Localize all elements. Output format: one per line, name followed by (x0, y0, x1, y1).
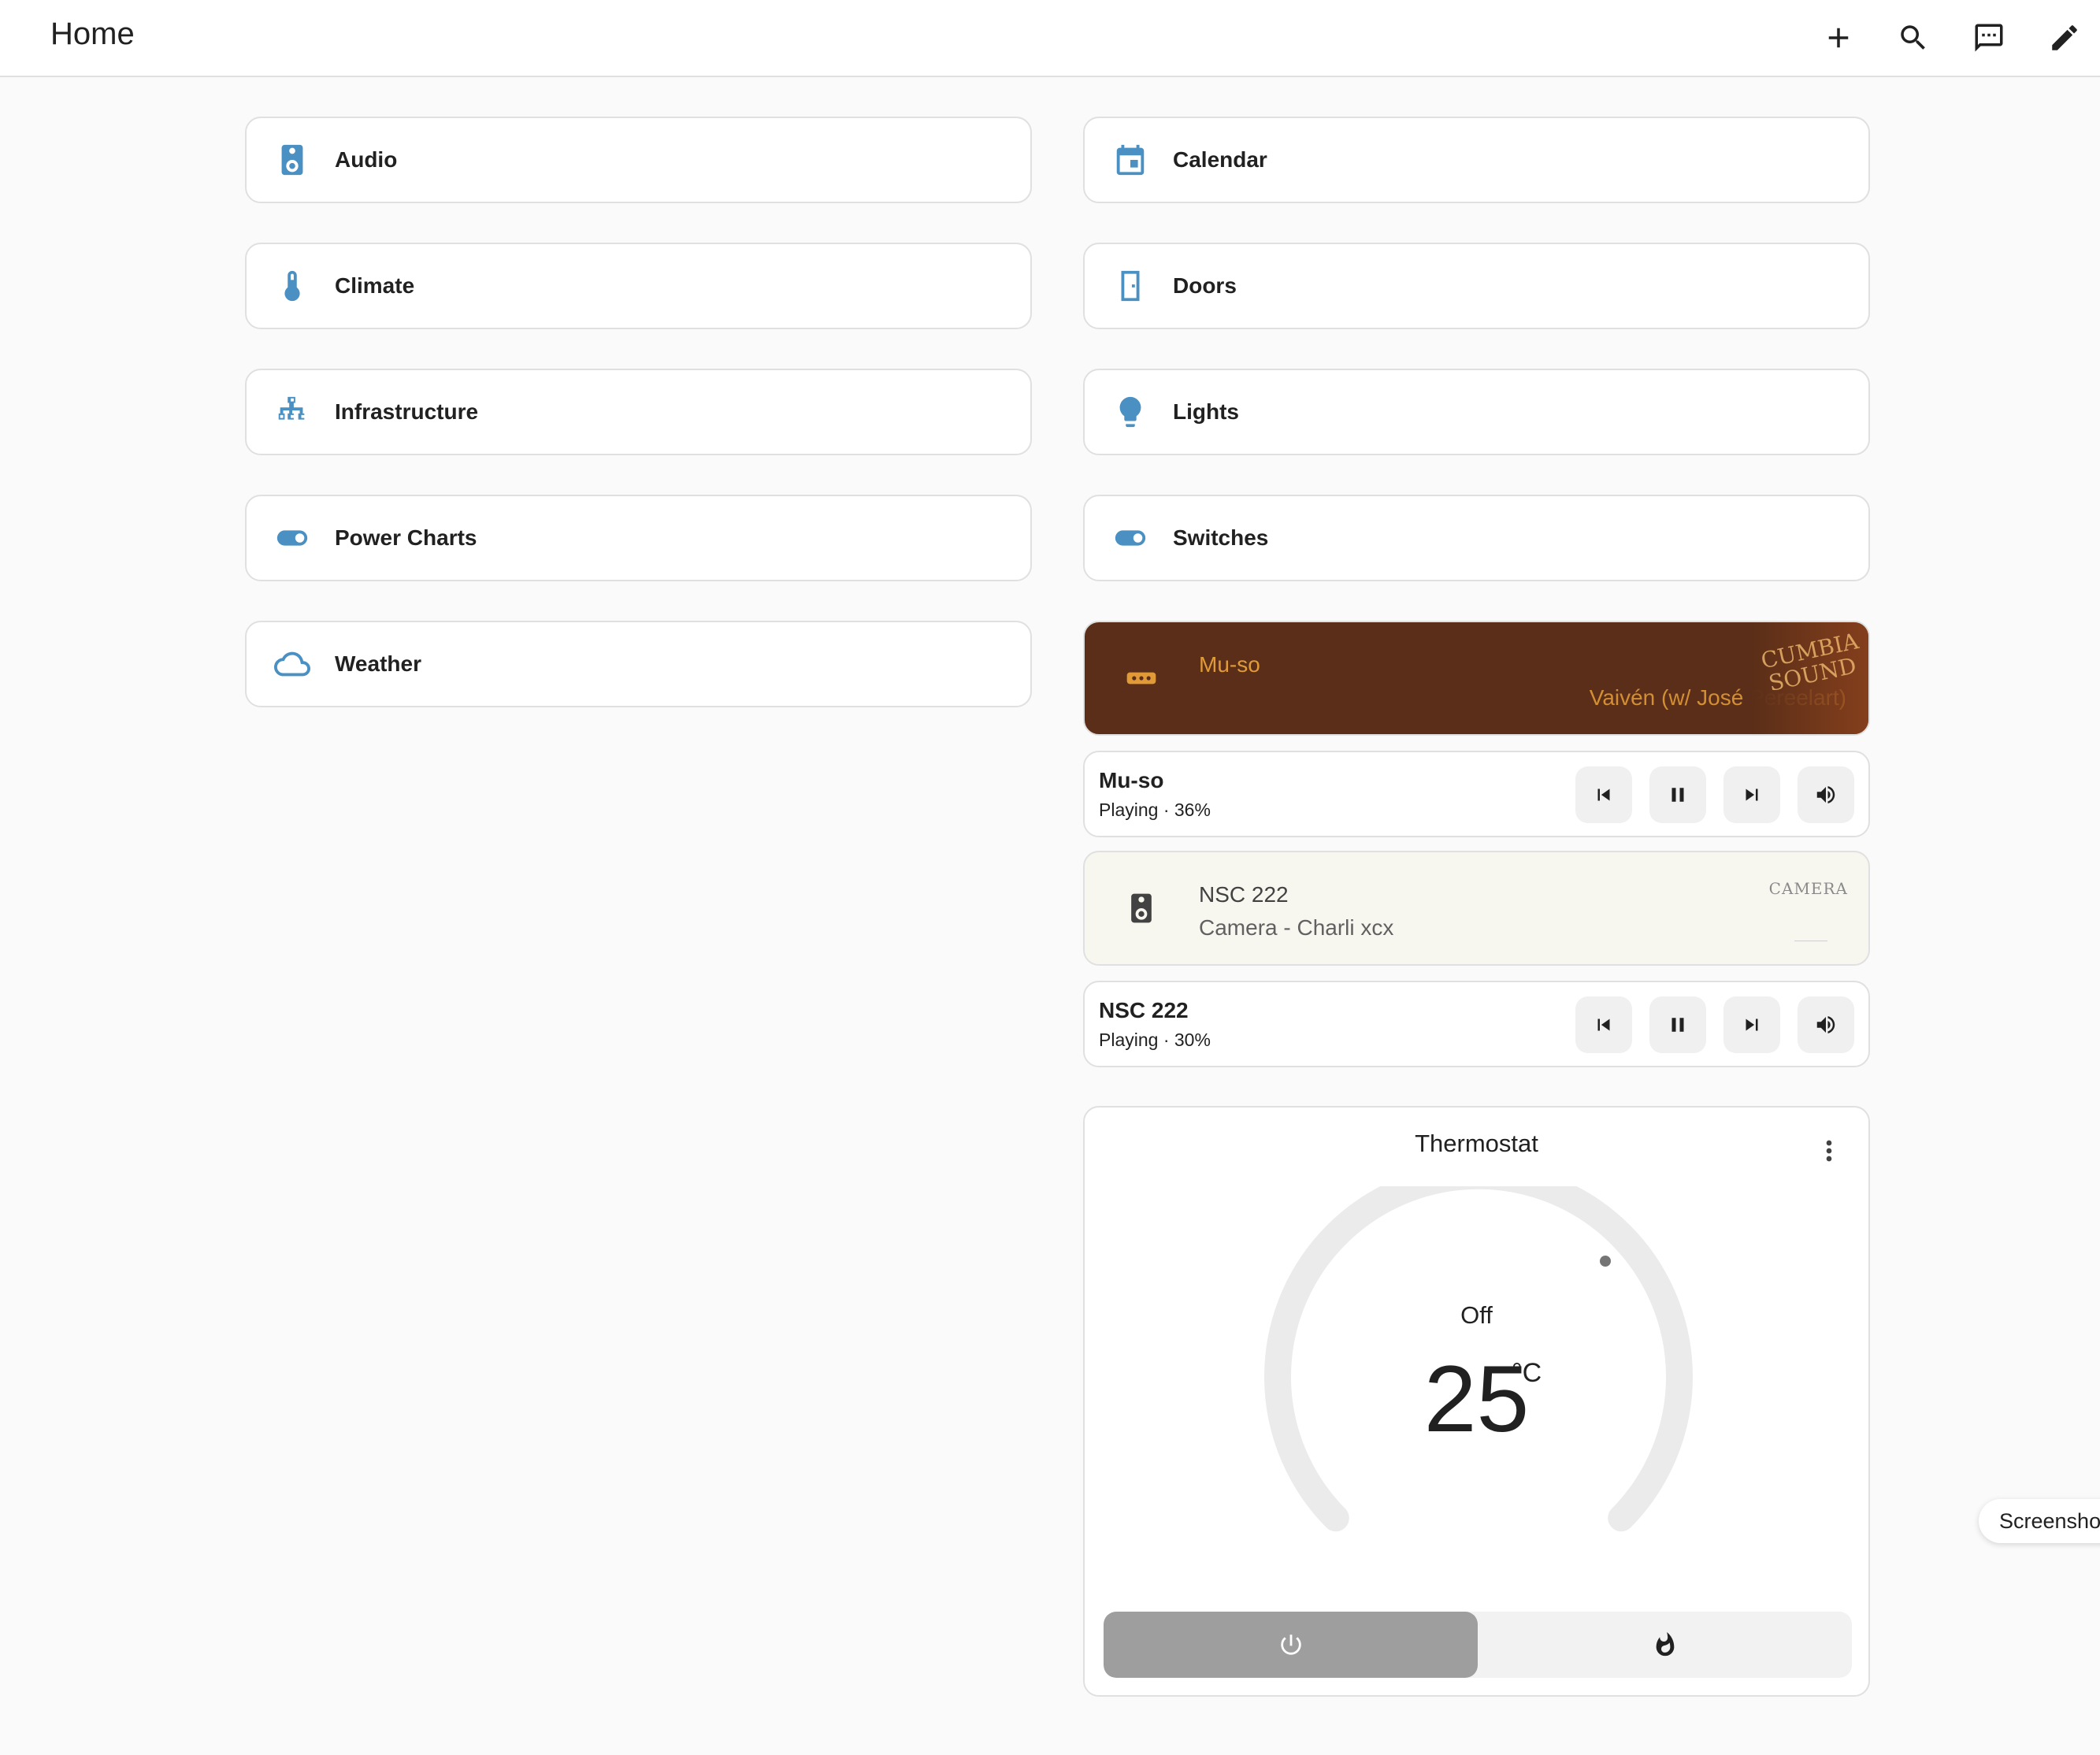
pause-icon (1671, 1018, 1684, 1032)
toggle-icon (269, 514, 316, 562)
media-state: Playing · 36% (1099, 800, 1211, 820)
screenshot-toast[interactable]: Screenshot (1979, 1499, 2100, 1543)
speaker-icon (1118, 885, 1165, 932)
media-hero-name: Mu-so (1199, 652, 1260, 677)
thermostat-title: Thermostat (1415, 1130, 1538, 1157)
pencil-icon (2052, 25, 2077, 50)
tile-doors[interactable]: Doors (1083, 243, 1870, 329)
thermostat-card: Thermostat Off 25 °C (1083, 1106, 1870, 1697)
thermometer-icon (269, 262, 316, 310)
volume-button[interactable] (1798, 766, 1854, 823)
current-temperature: 25 (1423, 1346, 1530, 1452)
assist-button[interactable] (1962, 11, 2016, 65)
mode-off-button[interactable] (1104, 1612, 1478, 1678)
dial-handle[interactable] (1600, 1256, 1611, 1267)
add-button[interactable] (1812, 11, 1865, 65)
media-control-nsc222: NSC 222 Playing · 30% (1083, 981, 1870, 1067)
album-art: CAMERA (1750, 852, 1868, 964)
temperature-unit: °C (1512, 1358, 1542, 1388)
volume-icon (1816, 786, 1835, 803)
top-app-bar: Home (0, 0, 2100, 77)
flame-icon (1656, 1631, 1674, 1657)
skip-previous-icon (1597, 1018, 1610, 1031)
media-hero-muso[interactable]: Mu-so Vaivén (w/ José Pereelart) CUMBIA … (1083, 621, 1870, 736)
next-track-button[interactable] (1723, 996, 1780, 1053)
edit-button[interactable] (2038, 11, 2091, 65)
search-button[interactable] (1887, 11, 1940, 65)
previous-track-button[interactable] (1575, 766, 1632, 823)
more-options-button[interactable] (1813, 1131, 1845, 1171)
media-name: Mu-so (1099, 768, 1164, 792)
next-track-button[interactable] (1723, 766, 1780, 823)
hvac-mode-selector (1104, 1612, 1852, 1678)
media-state: Playing · 30% (1099, 1030, 1211, 1050)
power-icon (1280, 1634, 1301, 1655)
skip-next-icon (1746, 1018, 1758, 1031)
pause-icon (1671, 788, 1684, 802)
mode-heat-button[interactable] (1478, 1612, 1852, 1678)
tile-power-charts[interactable]: Power Charts (245, 495, 1032, 581)
cloud-icon (269, 640, 316, 688)
previous-track-button[interactable] (1575, 996, 1632, 1053)
skip-next-icon (1746, 788, 1758, 801)
door-icon (1107, 262, 1154, 310)
pause-button[interactable] (1649, 766, 1706, 823)
page-title: Home (50, 17, 135, 51)
album-art: CUMBIA SOUND (1750, 622, 1868, 734)
media-hero-name: NSC 222 (1199, 882, 1289, 907)
tile-label: Weather (335, 651, 421, 676)
tile-audio[interactable]: Audio (245, 117, 1032, 203)
calendar-icon (1107, 136, 1154, 184)
tile-label: Calendar (1173, 147, 1267, 172)
pause-button[interactable] (1649, 996, 1706, 1053)
tile-calendar[interactable]: Calendar (1083, 117, 1870, 203)
album-art-text: CAMERA (1768, 879, 1848, 898)
media-hero-track: Camera - Charli xcx (1199, 915, 1394, 940)
tile-switches[interactable]: Switches (1083, 495, 1870, 581)
tile-weather[interactable]: Weather (245, 621, 1032, 707)
hvac-mode-label: Off (1460, 1301, 1493, 1329)
toggle-icon (1107, 514, 1154, 562)
chat-icon (1975, 24, 2003, 52)
tile-label: Climate (335, 273, 415, 298)
tile-infrastructure[interactable]: Infrastructure (245, 369, 1032, 455)
network-icon (269, 388, 316, 436)
volume-icon (1816, 1016, 1835, 1033)
media-control-muso: Mu-so Playing · 36% (1083, 751, 1870, 837)
tile-label: Lights (1173, 399, 1239, 424)
more-vert-icon (1826, 1140, 1832, 1162)
skip-previous-icon (1597, 788, 1610, 801)
tile-climate[interactable]: Climate (245, 243, 1032, 329)
soundbar-icon (1118, 655, 1165, 702)
bulb-icon (1107, 388, 1154, 436)
search-icon (1901, 25, 1925, 50)
tile-lights[interactable]: Lights (1083, 369, 1870, 455)
tile-label: Audio (335, 147, 398, 172)
media-hero-nsc222[interactable]: NSC 222 Camera - Charli xcx CAMERA (1083, 851, 1870, 966)
speaker-icon (269, 136, 316, 184)
tile-label: Infrastructure (335, 399, 479, 424)
media-name: NSC 222 (1099, 998, 1189, 1022)
tile-label: Switches (1173, 525, 1269, 550)
tile-label: Doors (1173, 273, 1237, 298)
album-art-text: CUMBIA SOUND (1758, 628, 1861, 697)
volume-button[interactable] (1798, 996, 1854, 1053)
plus-icon (1828, 28, 1849, 48)
tile-label: Power Charts (335, 525, 477, 550)
